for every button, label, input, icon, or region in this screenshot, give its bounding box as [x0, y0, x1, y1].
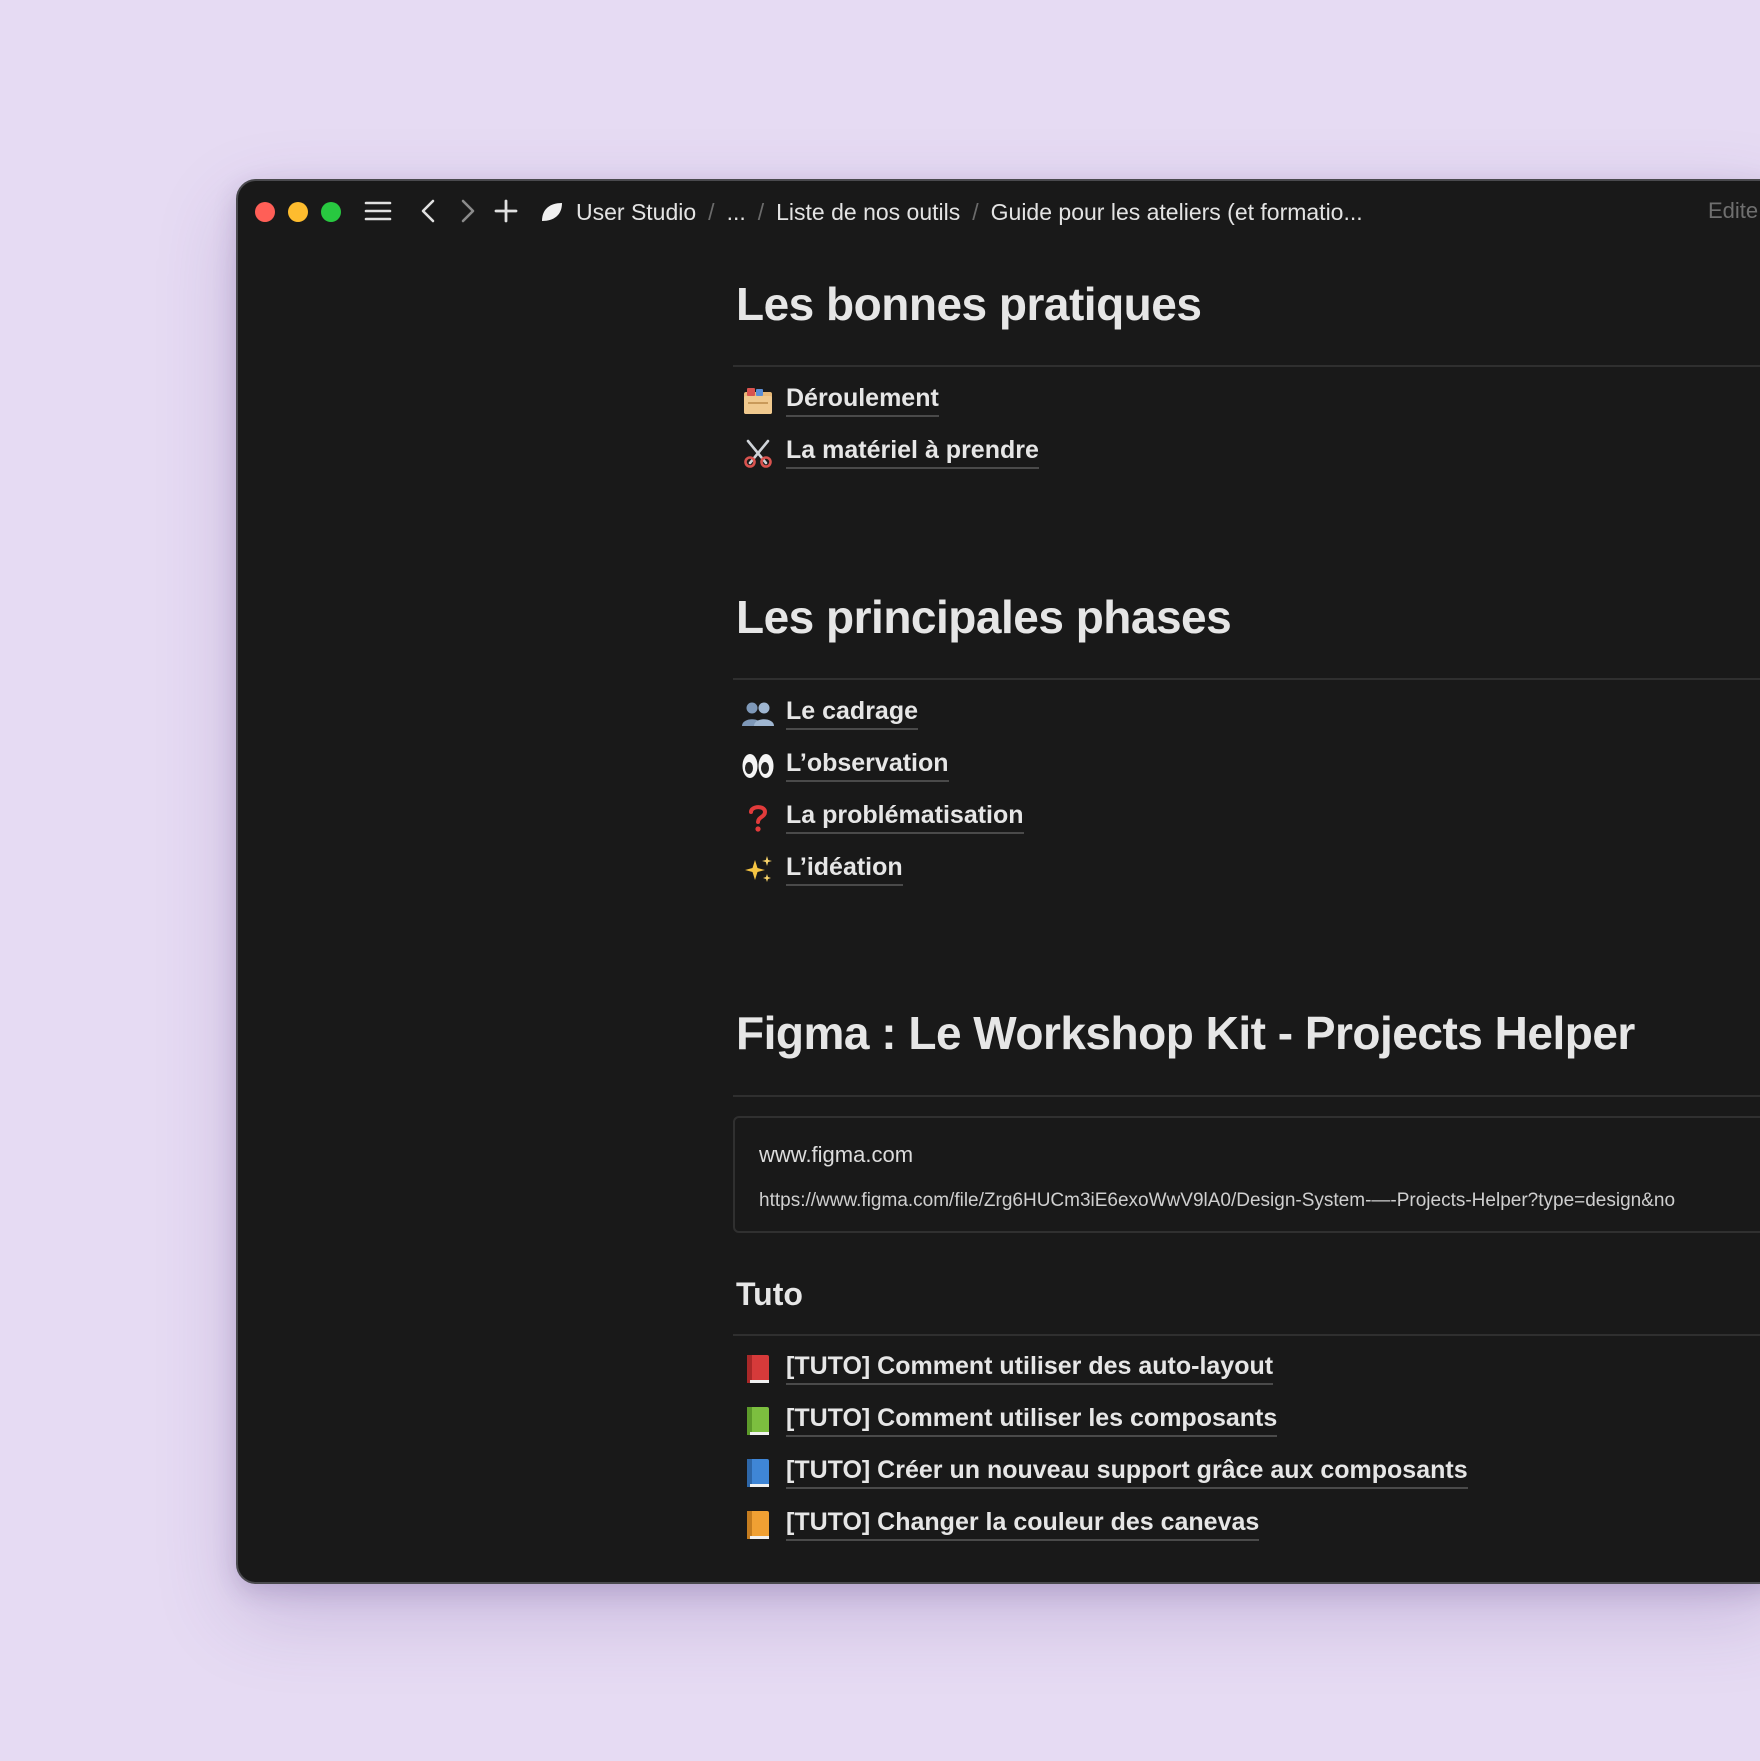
edited-status: Edite: [1708, 198, 1759, 223]
breadcrumb-separator: /: [708, 198, 715, 225]
red-question-mark-icon: [740, 800, 776, 836]
page-link-label[interactable]: [TUTO] Créer un nouveau support grâce au…: [786, 1457, 1468, 1489]
heading-principales-phases: Les principales phases: [736, 591, 1232, 643]
page-link-label[interactable]: La matériel à prendre: [786, 437, 1039, 469]
page-link-ideation[interactable]: L’idéation: [740, 850, 903, 890]
heading-bonnes-pratiques: Les bonnes pratiques: [736, 278, 1202, 330]
breadcrumb-separator: /: [972, 198, 979, 225]
forward-icon[interactable]: [452, 195, 484, 227]
close-window-button[interactable]: [255, 202, 275, 222]
figma-bookmark-card[interactable]: www.figma.com https://www.figma.com/file…: [733, 1116, 1760, 1233]
red-book-icon: [740, 1351, 776, 1387]
divider: [733, 678, 1760, 680]
breadcrumb-workspace[interactable]: User Studio: [576, 199, 696, 226]
page-link-label[interactable]: [TUTO] Comment utiliser les composants: [786, 1405, 1278, 1437]
orange-book-icon: [740, 1507, 776, 1543]
green-book-icon: [740, 1403, 776, 1439]
breadcrumb-ellipsis[interactable]: ...: [727, 199, 746, 226]
blue-book-icon: [740, 1455, 776, 1491]
card-index-dividers-icon: [740, 383, 776, 419]
divider: [733, 1095, 1760, 1097]
two-people-icon: [740, 696, 776, 732]
sidebar-menu-icon[interactable]: [362, 195, 394, 227]
page-link-problematisation[interactable]: La problématisation: [740, 798, 1024, 838]
maximize-window-button[interactable]: [321, 202, 341, 222]
breadcrumb: User Studio / ... / Liste de nos outils …: [540, 181, 1363, 243]
page-link-tuto-auto-layout[interactable]: [TUTO] Comment utiliser des auto-layout: [740, 1349, 1274, 1389]
eyes-icon: [740, 748, 776, 784]
app-window: User Studio / ... / Liste de nos outils …: [236, 179, 1760, 1584]
breadcrumb-current-page[interactable]: Guide pour les ateliers (et formatio...: [991, 199, 1363, 226]
divider: [733, 365, 1760, 367]
page-link-materiel[interactable]: La matériel à prendre: [740, 433, 1039, 473]
workspace-leaf-icon: [540, 201, 564, 223]
page-link-observation[interactable]: L’observation: [740, 746, 949, 786]
page-link-tuto-couleur-canevas[interactable]: [TUTO] Changer la couleur des canevas: [740, 1505, 1260, 1545]
back-icon[interactable]: [412, 195, 444, 227]
divider: [733, 1334, 1760, 1336]
page-link-tuto-nouveau-support[interactable]: [TUTO] Créer un nouveau support grâce au…: [740, 1453, 1468, 1493]
breadcrumb-tools-list[interactable]: Liste de nos outils: [776, 199, 960, 226]
minimize-window-button[interactable]: [288, 202, 308, 222]
page-link-label[interactable]: [TUTO] Changer la couleur des canevas: [786, 1509, 1260, 1541]
heading-figma-workshop-kit: Figma : Le Workshop Kit - Projects Helpe…: [736, 1007, 1635, 1059]
heading-tuto: Tuto: [736, 1276, 803, 1312]
sparkles-icon: [740, 852, 776, 888]
page-link-label[interactable]: [TUTO] Comment utiliser des auto-layout: [786, 1353, 1274, 1385]
page-link-deroulement[interactable]: Déroulement: [740, 381, 939, 421]
page-link-label[interactable]: Déroulement: [786, 385, 939, 417]
new-page-icon[interactable]: [490, 195, 522, 227]
title-bar: User Studio / ... / Liste de nos outils …: [238, 181, 1760, 241]
page-link-label[interactable]: L’idéation: [786, 854, 903, 886]
breadcrumb-separator: /: [757, 198, 765, 225]
page-link-label[interactable]: La problématisation: [786, 802, 1024, 834]
page-link-label[interactable]: L’observation: [786, 750, 949, 782]
bookmark-url: https://www.figma.com/file/Zrg6HUCm3iE6e…: [759, 1190, 1676, 1211]
page-link-tuto-composants[interactable]: [TUTO] Comment utiliser les composants: [740, 1401, 1278, 1441]
page-link-label[interactable]: Le cadrage: [786, 698, 919, 730]
page-link-cadrage[interactable]: Le cadrage: [740, 694, 919, 734]
bookmark-title: www.figma.com: [759, 1142, 914, 1167]
scissors-icon: [740, 435, 776, 471]
